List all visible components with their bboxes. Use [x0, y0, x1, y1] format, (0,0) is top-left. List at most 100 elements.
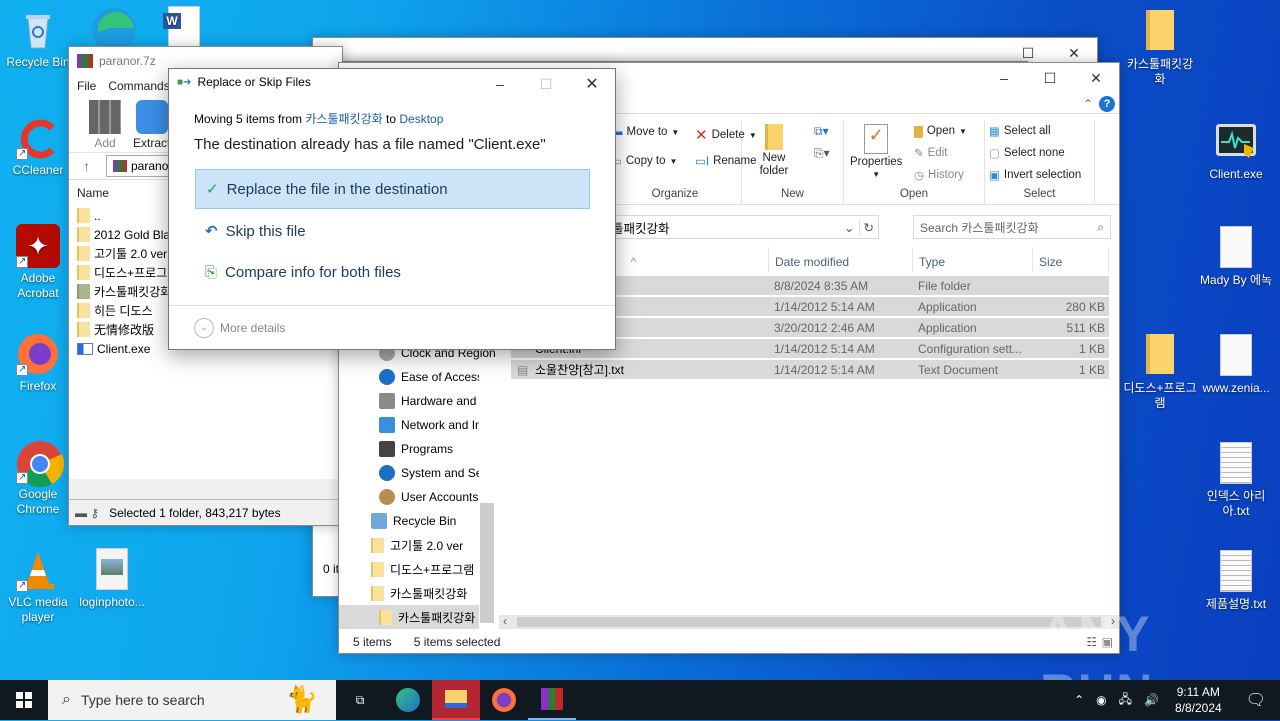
desktop-icon-client-exe[interactable]: Client.exe	[1198, 120, 1274, 182]
taskbar: ⌕ Type here to search 🐈 ⧉ ⌃ ◉ 🖧 🔊 9:11 A…	[0, 680, 1280, 720]
open-button[interactable]: ▇ Open ▼	[914, 124, 967, 138]
chevron-down-icon[interactable]: ⌄	[840, 220, 858, 235]
column-size[interactable]: Size	[1033, 247, 1109, 273]
desktop-icon-product-txt[interactable]: 제품설명.txt	[1198, 550, 1274, 612]
properties-button[interactable]: ✓ Properties ▼	[850, 124, 902, 179]
collapse-ribbon-icon[interactable]: ⌃	[1083, 97, 1093, 111]
nav-scrollbar[interactable]	[480, 503, 494, 623]
history-button[interactable]: ◷ History	[914, 168, 964, 182]
easy-access-icon[interactable]: ⎘▾	[814, 146, 830, 161]
taskbar-search-input[interactable]: ⌕ Type here to search 🐈	[48, 680, 336, 720]
more-details-button[interactable]: ⌄ More details	[169, 305, 615, 349]
desktop-icon-label: Mady By 에녹	[1199, 273, 1273, 287]
taskbar-winrar[interactable]	[528, 680, 576, 720]
column-date-modified[interactable]: Date modified	[769, 247, 913, 273]
notifications-icon[interactable]: 🗨	[1232, 690, 1280, 710]
invert-selection-button[interactable]: ▣ Invert selection	[989, 168, 1081, 182]
minimize-button[interactable]: –	[477, 69, 523, 99]
nav-item[interactable]: 디도스+프로그램	[371, 557, 479, 581]
text-file-icon	[1214, 442, 1258, 486]
desktop-icon-chrome[interactable]: Google Chrome	[0, 440, 76, 517]
taskbar-file-explorer[interactable]	[432, 680, 480, 720]
replace-or-skip-dialog[interactable]: ■➔ Replace or Skip Files – ☐ ✕ Moving 5 …	[168, 68, 616, 350]
maximize-button[interactable]: ☐	[523, 69, 569, 99]
rename-icon: ▭I	[695, 156, 710, 168]
replace-file-option[interactable]: ✓ Replace the file in the destination	[195, 169, 590, 209]
menu-file[interactable]: File	[77, 79, 96, 93]
move-to-button[interactable]: ▬ Move to ▼	[611, 126, 679, 138]
scroll-left-icon[interactable]: ‹	[503, 614, 507, 628]
desktop-icon-label: 카스툴패킷강화	[1126, 57, 1194, 86]
taskbar-firefox[interactable]	[480, 680, 528, 720]
close-button[interactable]: ✕	[1073, 63, 1119, 93]
desktop-icon-vlc[interactable]: VLC media player	[0, 548, 76, 625]
desktop-icon-firefox[interactable]: Firefox	[0, 332, 76, 394]
nav-item[interactable]: Ease of Access	[379, 365, 479, 389]
edge-icon	[396, 688, 420, 712]
nav-item[interactable]: Hardware and Sound	[379, 389, 479, 413]
nav-item[interactable]: 고기툴 2.0 ver	[371, 533, 479, 557]
task-view-button[interactable]: ⧉	[336, 680, 384, 720]
add-button[interactable]: Add	[89, 99, 121, 150]
extract-button[interactable]: Extract	[133, 99, 170, 150]
refresh-icon[interactable]: ↻	[858, 219, 878, 235]
destination-link[interactable]: Desktop	[399, 112, 443, 126]
ribbon-group-new: New folder ⧉▾ ⎘▾ New	[742, 120, 844, 204]
source-folder-link[interactable]: 카스툴패킷강화	[305, 112, 382, 126]
skip-icon: ↶	[205, 223, 218, 240]
desktop-icon-folder-ddos[interactable]: 디도스+프로그램	[1122, 334, 1198, 411]
folder-icon	[379, 609, 392, 625]
file-row[interactable]: ▤ 소울찬양[참고].txt 1/14/2012 5:14 AM Text Docum…	[511, 360, 1109, 380]
horizontal-scrollbar[interactable]: ‹ ›	[499, 614, 1119, 629]
network-icon[interactable]: 🖧	[1113, 690, 1138, 711]
minimize-button[interactable]: –	[981, 63, 1027, 93]
nav-item[interactable]: Programs	[379, 437, 479, 461]
desktop-icon-mady-by[interactable]: Mady By 에녹	[1198, 226, 1274, 288]
file-icon	[1214, 226, 1258, 270]
compare-files-option[interactable]: ⎘ Compare info for both files	[195, 252, 590, 292]
select-none-button[interactable]: ▢ Select none	[989, 146, 1065, 160]
column-type[interactable]: Type	[913, 247, 1033, 273]
clock[interactable]: 9:11 AM 8/8/2024	[1165, 684, 1232, 716]
address-bar[interactable]: 툴패킷강화 ⌄ ↻	[607, 215, 879, 239]
start-button[interactable]	[0, 680, 48, 720]
nav-item[interactable]: 카스툴패킷강화	[371, 581, 479, 605]
taskbar-edge[interactable]	[384, 680, 432, 720]
nav-item[interactable]: User Accounts	[379, 485, 479, 509]
desktop-icon-label: Google Chrome	[16, 487, 60, 516]
desktop-icon-recycle-bin[interactable]: Recycle Bin	[0, 8, 76, 70]
edit-button[interactable]: ✎ Edit	[914, 146, 947, 160]
nav-item[interactable]: System and Security	[379, 461, 479, 485]
desktop-icon-folder-kasutool[interactable]: 카스툴패킷강화	[1122, 10, 1198, 87]
desktop-icon-index-aria-txt[interactable]: 인덱스 아리아.txt	[1198, 442, 1274, 519]
copy-to-button[interactable]: ▭ Copy to ▼	[611, 154, 677, 168]
desktop-icon-label: Client.exe	[1209, 167, 1263, 181]
desktop-icon-adobe[interactable]: ✦ Adobe Acrobat	[0, 224, 76, 301]
volume-icon[interactable]: 🔊	[1138, 693, 1165, 707]
new-folder-button[interactable]: New folder	[754, 124, 794, 178]
desktop-icon-loginphoto[interactable]: loginphoto...	[74, 548, 150, 610]
desktop-icon-ccleaner[interactable]: CCleaner	[0, 116, 76, 178]
search-input[interactable]: Search 카스툴패킷강화 ⌕	[913, 215, 1111, 239]
properties-check-icon: ✓	[864, 124, 889, 154]
menu-commands[interactable]: Commands	[108, 79, 169, 93]
close-button[interactable]: ✕	[569, 69, 615, 99]
desktop-icon-label: 디도스+프로그램	[1123, 381, 1197, 410]
chevron-down-icon: ⌄	[194, 317, 214, 338]
system-security-icon	[379, 465, 395, 481]
new-item-icon[interactable]: ⧉▾	[814, 124, 829, 139]
folder-icon	[77, 303, 90, 318]
select-all-button[interactable]: ▦ Select all	[989, 124, 1051, 138]
skip-file-option[interactable]: ↶ Skip this file	[195, 211, 590, 251]
nav-item-selected[interactable]: 카스툴패킷강화	[339, 605, 479, 629]
monitor-app-icon	[1214, 120, 1258, 164]
desktop-icon-zenia[interactable]: www.zenia...	[1198, 334, 1274, 396]
meet-now-icon[interactable]: ◉	[1090, 693, 1112, 707]
up-arrow-icon[interactable]: ↑	[83, 158, 90, 174]
nav-item[interactable]: Recycle Bin	[371, 509, 479, 533]
maximize-button[interactable]: ☐	[1027, 63, 1073, 93]
help-icon[interactable]: ?	[1099, 96, 1115, 112]
nav-item[interactable]: Network and Internet	[379, 413, 479, 437]
show-hidden-icons[interactable]: ⌃	[1068, 693, 1090, 707]
ccleaner-icon	[16, 116, 60, 161]
